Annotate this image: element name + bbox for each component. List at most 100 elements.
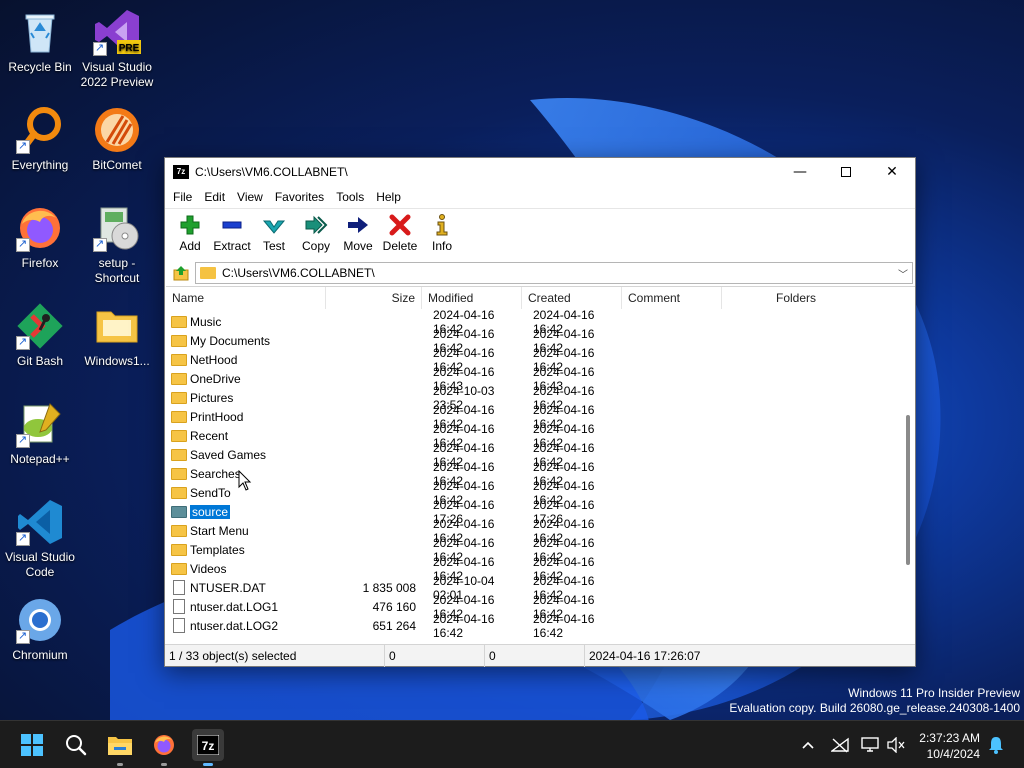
desktop-icon-chromium[interactable]: Chromium bbox=[0, 596, 80, 663]
column-header-modified[interactable]: Modified bbox=[422, 287, 522, 309]
folder-icon bbox=[171, 429, 187, 442]
file-explorer-icon bbox=[108, 737, 132, 755]
file-icon bbox=[173, 580, 185, 595]
column-headers: Name Size Modified Created Comment Folde… bbox=[166, 287, 915, 309]
desktop-icon-setup-shortcut[interactable]: setup - Shortcut bbox=[77, 204, 157, 286]
up-folder-button[interactable] bbox=[167, 262, 195, 284]
bitcomet-icon bbox=[93, 106, 141, 154]
menu-favorites[interactable]: Favorites bbox=[269, 190, 330, 204]
copy-label: Copy bbox=[301, 239, 330, 253]
desktop-icon-recycle-bin[interactable]: Recycle Bin bbox=[0, 8, 80, 75]
file-name: Start Menu bbox=[190, 523, 249, 538]
firefox-icon bbox=[16, 204, 64, 252]
file-name: Music bbox=[190, 314, 222, 329]
clock-time: 2:37:23 AM bbox=[919, 731, 980, 745]
desktop-icon-bitcomet[interactable]: BitComet bbox=[77, 106, 157, 173]
cell-name: ntuser.dat.LOG2 bbox=[166, 618, 326, 633]
chevron-down-icon[interactable]: ﹀ bbox=[894, 266, 912, 281]
desktop-icon-firefox[interactable]: Firefox bbox=[0, 204, 80, 271]
folder-icon bbox=[171, 505, 187, 518]
cell-size: 1 835 008 bbox=[362, 580, 416, 595]
menu-bar: File Edit View Favorites Tools Help bbox=[165, 186, 915, 208]
maximize-button[interactable] bbox=[823, 158, 869, 186]
cell-name: Templates bbox=[166, 543, 326, 557]
menu-file[interactable]: File bbox=[167, 190, 198, 204]
cell-name: OneDrive bbox=[166, 372, 326, 386]
volume-muted-icon bbox=[887, 737, 905, 753]
menu-tools[interactable]: Tools bbox=[330, 190, 370, 204]
test-button[interactable]: Test bbox=[253, 209, 295, 259]
cell-name: source bbox=[166, 504, 326, 519]
close-button[interactable]: ✕ bbox=[869, 158, 915, 186]
search-icon bbox=[66, 735, 87, 756]
title-bar[interactable]: 7z C:\Users\VM6.COLLABNET\ — ✕ bbox=[165, 158, 915, 186]
file-name: Recent bbox=[190, 428, 229, 443]
desktop-icon-windows-folder[interactable]: Windows1... bbox=[77, 302, 157, 369]
add-label: Add bbox=[179, 239, 201, 253]
7zip-file-manager-window[interactable]: 7z C:\Users\VM6.COLLABNET\ — ✕ File Edit… bbox=[164, 157, 916, 667]
column-header-name[interactable]: Name bbox=[166, 287, 326, 309]
cell-name: Music bbox=[166, 315, 326, 329]
taskbar-7zip[interactable]: 7z bbox=[192, 729, 224, 766]
desktop-icon-label: BitComet bbox=[92, 158, 142, 172]
desktop-icon-git-bash[interactable]: Git Bash bbox=[0, 302, 80, 369]
tray-volume[interactable] bbox=[886, 735, 906, 755]
file-name: Saved Games bbox=[190, 447, 267, 462]
desktop-icon-visual-studio-code[interactable]: Visual Studio Code bbox=[0, 498, 80, 580]
copy-button[interactable]: Copy bbox=[295, 209, 337, 259]
file-list[interactable]: Name Size Modified Created Comment Folde… bbox=[166, 286, 915, 643]
desktop-icon-everything[interactable]: Everything bbox=[0, 106, 80, 173]
arrow-right-icon bbox=[348, 217, 368, 233]
desktop-icon-notepad-plus-plus[interactable]: Notepad++ bbox=[0, 400, 80, 467]
double-arrow-icon bbox=[305, 215, 328, 235]
add-button[interactable]: Add bbox=[169, 209, 211, 259]
toolbar: Add Extract Test Copy Move Delete Info bbox=[165, 208, 915, 260]
delete-button[interactable]: Delete bbox=[379, 209, 421, 259]
maximize-icon bbox=[841, 167, 851, 177]
tray-network-status[interactable] bbox=[830, 735, 850, 755]
minimize-icon: — bbox=[793, 164, 807, 180]
chevron-up-icon bbox=[802, 741, 814, 749]
show-hidden-icons-button[interactable] bbox=[798, 735, 818, 755]
cell-name: PrintHood bbox=[166, 410, 326, 424]
menu-view[interactable]: View bbox=[231, 190, 269, 204]
tray-display[interactable] bbox=[860, 735, 880, 755]
menu-help[interactable]: Help bbox=[370, 190, 407, 204]
move-button[interactable]: Move bbox=[337, 209, 379, 259]
column-header-comment[interactable]: Comment bbox=[622, 287, 722, 309]
desktop-icon-label: Notepad++ bbox=[10, 452, 70, 466]
file-name: OneDrive bbox=[190, 371, 241, 386]
column-header-size[interactable]: Size bbox=[326, 287, 422, 309]
extract-button[interactable]: Extract bbox=[211, 209, 253, 259]
file-icon bbox=[173, 599, 185, 614]
column-header-created[interactable]: Created bbox=[522, 287, 622, 309]
minimize-button[interactable]: — bbox=[777, 158, 823, 186]
x-icon bbox=[389, 214, 411, 236]
taskbar-firefox[interactable] bbox=[148, 729, 180, 766]
info-button[interactable]: Info bbox=[421, 209, 463, 259]
check-icon bbox=[262, 220, 286, 234]
mouse-cursor-icon bbox=[238, 470, 252, 491]
table-row[interactable]: ntuser.dat.LOG2 651 264 2024-04-16 16:42 20… bbox=[166, 612, 901, 640]
7zip-icon: 7z bbox=[197, 735, 219, 755]
setup-disc-icon bbox=[93, 204, 141, 252]
address-field[interactable]: C:\Users\VM6.COLLABNET\ ﹀ bbox=[195, 262, 913, 284]
firefox-icon bbox=[154, 735, 174, 755]
taskbar-clock[interactable]: 2:37:23 AM 10/4/2024 bbox=[919, 730, 980, 762]
vertical-scrollbar-thumb[interactable] bbox=[906, 415, 910, 565]
folder-icon bbox=[171, 315, 187, 328]
visual-studio-preview-icon: PRE bbox=[93, 8, 141, 56]
taskbar-file-explorer[interactable] bbox=[104, 729, 136, 766]
vscode-icon bbox=[16, 498, 64, 546]
menu-edit[interactable]: Edit bbox=[198, 190, 231, 204]
file-icon bbox=[173, 618, 185, 633]
address-path: C:\Users\VM6.COLLABNET\ bbox=[222, 266, 375, 280]
status-date: 2024-04-16 17:26:07 bbox=[589, 648, 701, 663]
notifications-button[interactable] bbox=[986, 735, 1006, 755]
cell-name: Start Menu bbox=[166, 524, 326, 538]
svg-text:PRE: PRE bbox=[119, 43, 140, 54]
desktop-icon-visual-studio-2022-preview[interactable]: PRE Visual Studio 2022 Preview bbox=[77, 8, 157, 90]
column-header-folders[interactable]: Folders bbox=[722, 287, 822, 309]
start-button[interactable] bbox=[16, 729, 48, 761]
search-button[interactable] bbox=[60, 729, 92, 761]
